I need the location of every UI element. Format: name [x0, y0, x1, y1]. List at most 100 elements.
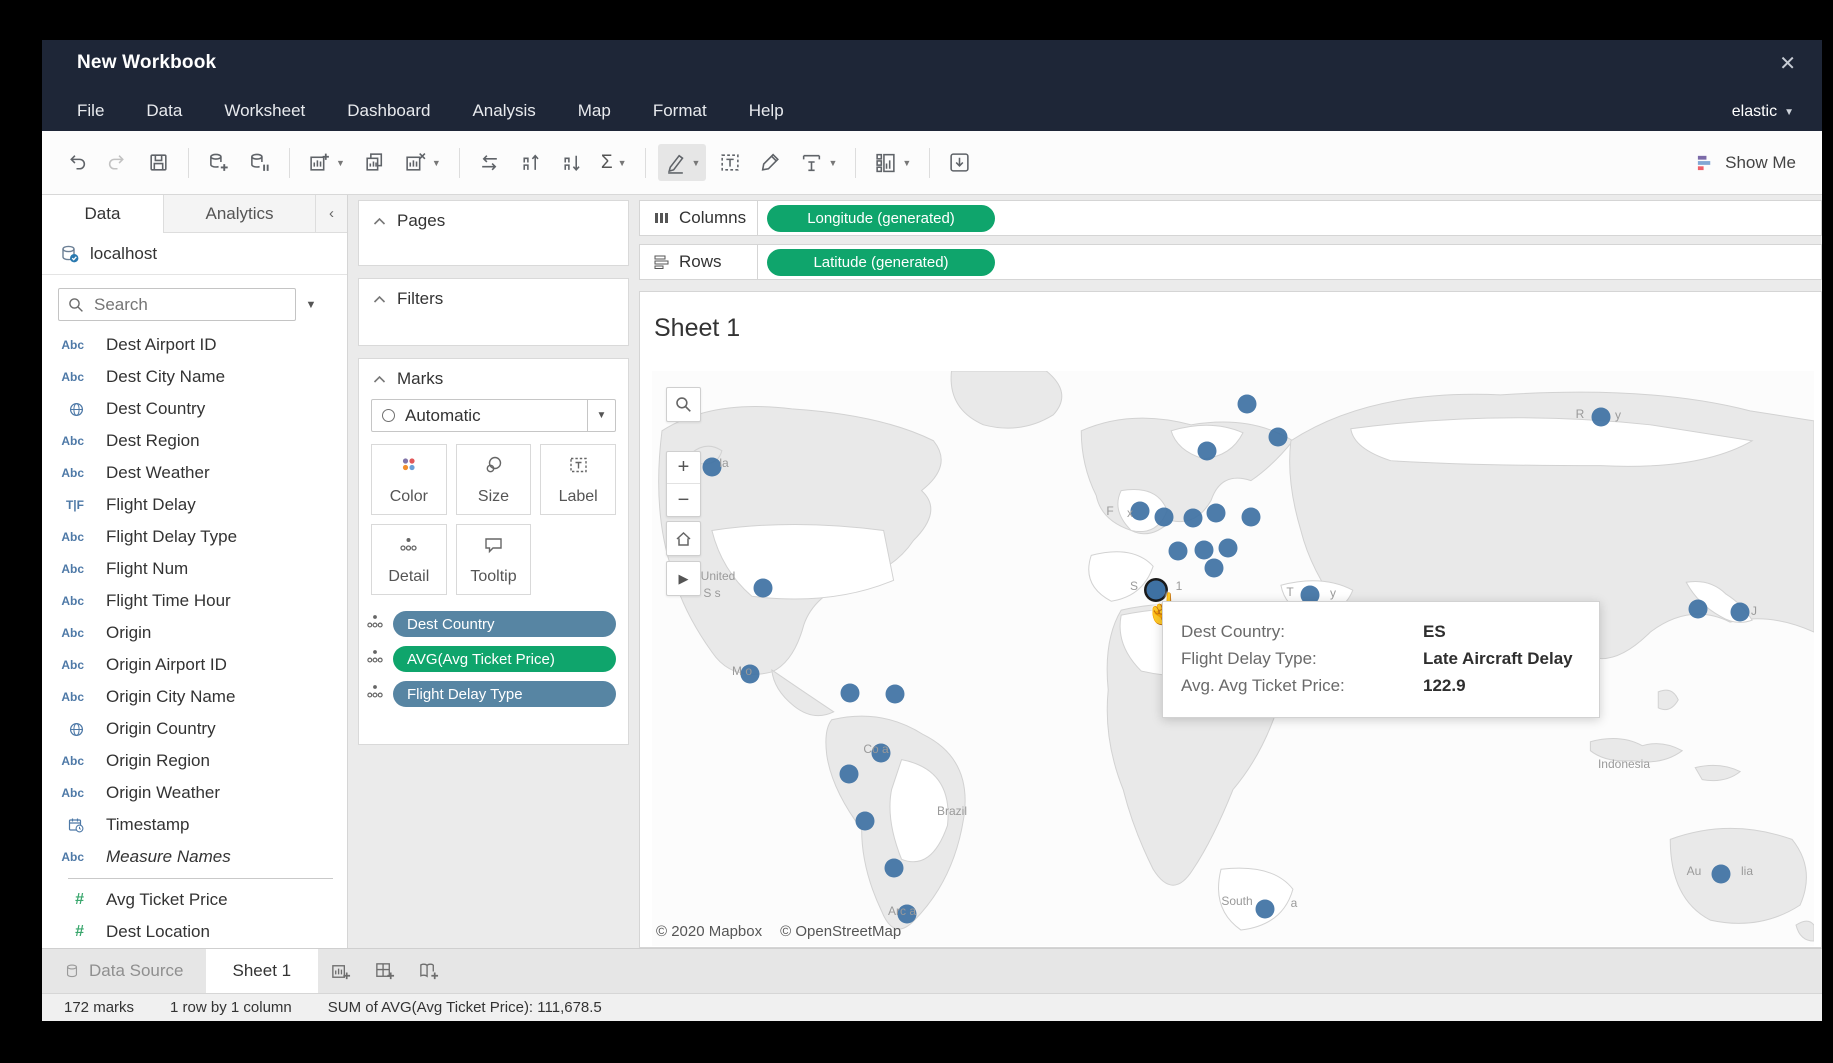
chevron-down-icon[interactable]: ▼: [587, 400, 615, 431]
map-mark[interactable]: [754, 579, 773, 598]
pill-avg-avg-ticket-price-[interactable]: AVG(Avg Ticket Price): [393, 646, 616, 672]
color-button[interactable]: Color: [371, 444, 447, 515]
map-more-controls-button[interactable]: ▶: [666, 561, 701, 596]
label-button[interactable]: Label: [540, 444, 616, 515]
map-mark[interactable]: [1256, 900, 1275, 919]
highlight-button[interactable]: ▼: [658, 144, 707, 181]
field-origin-region[interactable]: AbcOrigin Region: [42, 745, 347, 777]
tab-analytics[interactable]: Analytics: [164, 195, 316, 233]
rows-pill[interactable]: Latitude (generated): [767, 249, 995, 276]
mark-type-select[interactable]: Automatic ▼: [371, 399, 616, 432]
map-mark[interactable]: [1131, 502, 1150, 521]
swap-rows-columns-button[interactable]: [472, 144, 507, 181]
map-mark[interactable]: [841, 684, 860, 703]
field-dest-airport-id[interactable]: AbcDest Airport ID: [42, 329, 347, 361]
field-origin-weather[interactable]: AbcOrigin Weather: [42, 777, 347, 809]
save-button[interactable]: [141, 144, 176, 181]
field-avg-ticket-price[interactable]: #Avg Ticket Price: [42, 884, 347, 916]
map-mark[interactable]: [1731, 603, 1750, 622]
duplicate-sheet-button[interactable]: [357, 144, 392, 181]
pill-dest-country[interactable]: Dest Country: [393, 611, 616, 637]
field-origin-airport-id[interactable]: AbcOrigin Airport ID: [42, 649, 347, 681]
tab-sheet-1[interactable]: Sheet 1: [206, 949, 319, 993]
map-mark[interactable]: [886, 685, 905, 704]
new-story-button[interactable]: [406, 949, 450, 993]
data-source-connection[interactable]: localhost: [42, 233, 347, 275]
collapse-pane-icon[interactable]: ‹: [316, 195, 347, 233]
map-mark[interactable]: [1712, 865, 1731, 884]
totals-button[interactable]: Σ▼: [595, 146, 633, 180]
sort-ascending-button[interactable]: [513, 144, 548, 181]
map-mark[interactable]: [885, 859, 904, 878]
field-origin-city-name[interactable]: AbcOrigin City Name: [42, 681, 347, 713]
field-origin[interactable]: AbcOrigin: [42, 617, 347, 649]
map-mark[interactable]: [1155, 508, 1174, 527]
columns-shelf[interactable]: Columns Longitude (generated): [639, 200, 1822, 236]
map-search-button[interactable]: [666, 387, 701, 422]
search-options-icon[interactable]: ▼: [296, 299, 326, 311]
menu-item-worksheet[interactable]: Worksheet: [224, 101, 305, 121]
field-origin-country[interactable]: Origin Country: [42, 713, 347, 745]
new-dashboard-button[interactable]: [362, 949, 406, 993]
filters-card[interactable]: Filters: [358, 278, 629, 346]
new-data-source-button[interactable]: [201, 144, 236, 181]
new-worksheet-button[interactable]: ▼: [302, 144, 351, 181]
osm-attribution[interactable]: © OpenStreetMap: [780, 923, 901, 940]
show-mark-labels-button[interactable]: [712, 144, 747, 181]
zoom-in-button[interactable]: +: [667, 452, 700, 484]
menu-item-format[interactable]: Format: [653, 101, 707, 121]
map-mark[interactable]: [1195, 541, 1214, 560]
tab-data[interactable]: Data: [42, 195, 164, 233]
menu-item-dashboard[interactable]: Dashboard: [347, 101, 430, 121]
zoom-out-button[interactable]: −: [667, 484, 700, 516]
menu-item-analysis[interactable]: Analysis: [472, 101, 535, 121]
search-input[interactable]: [92, 294, 262, 316]
field-dest-weather[interactable]: AbcDest Weather: [42, 457, 347, 489]
mapbox-attribution[interactable]: © 2020 Mapbox: [656, 923, 762, 940]
map-mark[interactable]: [1592, 408, 1611, 427]
columns-pill[interactable]: Longitude (generated): [767, 205, 995, 232]
field-flight-delay-type[interactable]: AbcFlight Delay Type: [42, 521, 347, 553]
sort-descending-button[interactable]: [554, 144, 589, 181]
tab-data-source[interactable]: Data Source: [42, 949, 206, 993]
pages-card[interactable]: Pages: [358, 200, 629, 266]
map-mark[interactable]: [1238, 395, 1257, 414]
field-dest-country[interactable]: Dest Country: [42, 393, 347, 425]
close-icon[interactable]: ✕: [1779, 54, 1796, 74]
new-worksheet-button[interactable]: [318, 949, 362, 993]
field-dest-region[interactable]: AbcDest Region: [42, 425, 347, 457]
map-mark[interactable]: [840, 765, 859, 784]
format-workbook-button[interactable]: [753, 144, 788, 181]
map-mark[interactable]: [1689, 600, 1708, 619]
detail-button[interactable]: Detail: [371, 524, 447, 595]
pill-flight-delay-type[interactable]: Flight Delay Type: [393, 681, 616, 707]
fit-view-button[interactable]: ▼: [868, 144, 917, 181]
map-mark[interactable]: [1184, 509, 1203, 528]
fit-axes-button[interactable]: ▼: [794, 144, 843, 181]
map-mark[interactable]: [1198, 442, 1217, 461]
map-mark[interactable]: [1205, 559, 1224, 578]
field-flight-delay[interactable]: T|FFlight Delay: [42, 489, 347, 521]
undo-button[interactable]: [59, 144, 94, 181]
field-dest-city-name[interactable]: AbcDest City Name: [42, 361, 347, 393]
menu-item-data[interactable]: Data: [146, 101, 182, 121]
field-flight-time-hour[interactable]: AbcFlight Time Hour: [42, 585, 347, 617]
map-home-button[interactable]: [666, 521, 701, 556]
redo-button[interactable]: [100, 144, 135, 181]
field-measure-names[interactable]: AbcMeasure Names: [42, 841, 347, 873]
pause-auto-updates-button[interactable]: [242, 144, 277, 181]
rows-shelf[interactable]: Rows Latitude (generated): [639, 244, 1822, 280]
field-flight-num[interactable]: AbcFlight Num: [42, 553, 347, 585]
map-mark[interactable]: [1242, 508, 1261, 527]
map-mark[interactable]: [1269, 428, 1288, 447]
show-me-button[interactable]: Show Me: [1696, 153, 1822, 173]
map-mark[interactable]: [1207, 504, 1226, 523]
user-menu[interactable]: elastic ▼: [1732, 103, 1794, 121]
size-button[interactable]: Size: [456, 444, 532, 515]
map-mark[interactable]: [1169, 542, 1188, 561]
field-dest-location[interactable]: #Dest Location: [42, 916, 347, 948]
menu-item-file[interactable]: File: [77, 101, 104, 121]
menu-item-help[interactable]: Help: [749, 101, 784, 121]
clear-sheet-button[interactable]: ▼: [398, 144, 447, 181]
map-mark[interactable]: [856, 812, 875, 831]
